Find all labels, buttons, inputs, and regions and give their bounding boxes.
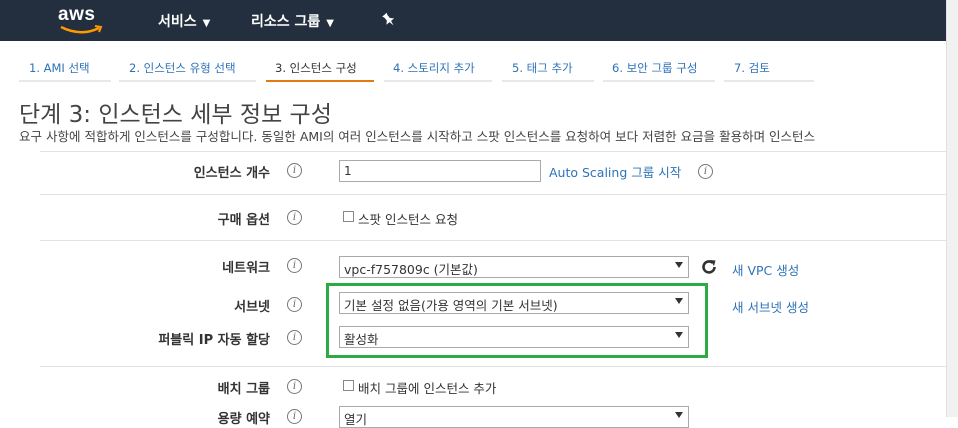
aws-logo[interactable]: aws bbox=[58, 4, 108, 38]
page-description: 요구 사항에 적합하게 인스턴스를 구성합니다. 동일한 AMI의 여러 인스턴… bbox=[19, 129, 816, 144]
network-select-value: vpc-f757809c (기본값) bbox=[344, 262, 478, 277]
step-add-tags[interactable]: 5. 태그 추가 bbox=[512, 60, 573, 76]
create-subnet-link[interactable]: 새 서브넷 생성 bbox=[732, 297, 809, 316]
top-navigation-bar: aws 서비스 ▼ 리소스 그룹 ▼ bbox=[0, 0, 946, 41]
step-configure-instance[interactable]: 3. 인스턴스 구성 bbox=[275, 60, 357, 76]
form-divider bbox=[40, 240, 946, 241]
auto-scaling-link[interactable]: Auto Scaling 그룹 시작 bbox=[549, 162, 681, 181]
capacity-reservation-select-value: 열기 bbox=[344, 412, 368, 427]
chevron-down-icon: ▼ bbox=[202, 18, 211, 29]
services-menu[interactable]: 서비스 ▼ bbox=[158, 11, 210, 31]
capacity-reservation-label: 용량 예약 bbox=[217, 412, 270, 427]
page-title: 단계 3: 인스턴스 세부 정보 구성 bbox=[19, 102, 332, 128]
spot-instance-checkbox-label: 스팟 인스턴스 요청 bbox=[358, 212, 458, 227]
step-configure-security-group[interactable]: 6. 보안 그룹 구성 bbox=[612, 60, 697, 76]
purchase-option-label: 구매 옵션 bbox=[217, 213, 270, 228]
step-choose-instance-type[interactable]: 2. 인스턴스 유형 선택 bbox=[129, 60, 236, 76]
info-icon[interactable]: i bbox=[287, 163, 302, 178]
step-review[interactable]: 7. 검토 bbox=[734, 60, 770, 76]
pin-icon[interactable] bbox=[381, 12, 397, 28]
aws-logo-text: aws bbox=[58, 4, 96, 25]
info-icon[interactable]: i bbox=[698, 164, 713, 179]
network-select[interactable]: vpc-f757809c (기본값) bbox=[339, 256, 689, 278]
placement-group-label: 배치 그룹 bbox=[217, 382, 270, 397]
resource-groups-menu[interactable]: 리소스 그룹 ▼ bbox=[251, 11, 334, 31]
capacity-reservation-select[interactable]: 열기 bbox=[339, 406, 689, 428]
info-icon[interactable]: i bbox=[287, 330, 302, 345]
form-divider bbox=[40, 151, 946, 152]
active-step-indicator bbox=[266, 80, 374, 82]
wizard-steps: 1. AMI 선택 2. 인스턴스 유형 선택 3. 인스턴스 구성 4. 스토… bbox=[0, 41, 946, 83]
step-add-storage[interactable]: 4. 스토리지 추가 bbox=[393, 60, 475, 76]
placement-group-checkbox[interactable] bbox=[343, 380, 354, 391]
dropdown-arrow-icon bbox=[675, 262, 683, 268]
chevron-down-icon: ▼ bbox=[326, 18, 334, 29]
refresh-icon[interactable] bbox=[700, 258, 718, 276]
create-vpc-link[interactable]: 새 VPC 생성 bbox=[732, 260, 799, 279]
highlight-annotation bbox=[326, 283, 708, 358]
instance-count-label: 인스턴스 개수 bbox=[193, 166, 270, 181]
dropdown-arrow-icon bbox=[675, 412, 683, 418]
info-icon[interactable]: i bbox=[287, 258, 302, 273]
form-divider bbox=[40, 366, 946, 367]
public-ip-label: 퍼블릭 IP 자동 할당 bbox=[158, 333, 270, 348]
info-icon[interactable]: i bbox=[287, 379, 302, 394]
aws-smile-icon bbox=[60, 25, 103, 34]
form-divider bbox=[40, 194, 946, 195]
subnet-label: 서브넷 bbox=[234, 300, 270, 315]
services-menu-label: 서비스 bbox=[158, 14, 197, 30]
step-choose-ami[interactable]: 1. AMI 선택 bbox=[29, 60, 90, 76]
spot-instance-checkbox[interactable] bbox=[343, 211, 354, 222]
resource-groups-menu-label: 리소스 그룹 bbox=[251, 14, 321, 30]
network-label: 네트워크 bbox=[222, 261, 270, 276]
instance-count-input[interactable] bbox=[339, 160, 541, 182]
placement-group-checkbox-label: 배치 그룹에 인스턴스 추가 bbox=[358, 381, 497, 396]
info-icon[interactable]: i bbox=[287, 210, 302, 225]
info-icon[interactable]: i bbox=[287, 297, 302, 312]
page-scrollbar[interactable] bbox=[946, 0, 958, 417]
